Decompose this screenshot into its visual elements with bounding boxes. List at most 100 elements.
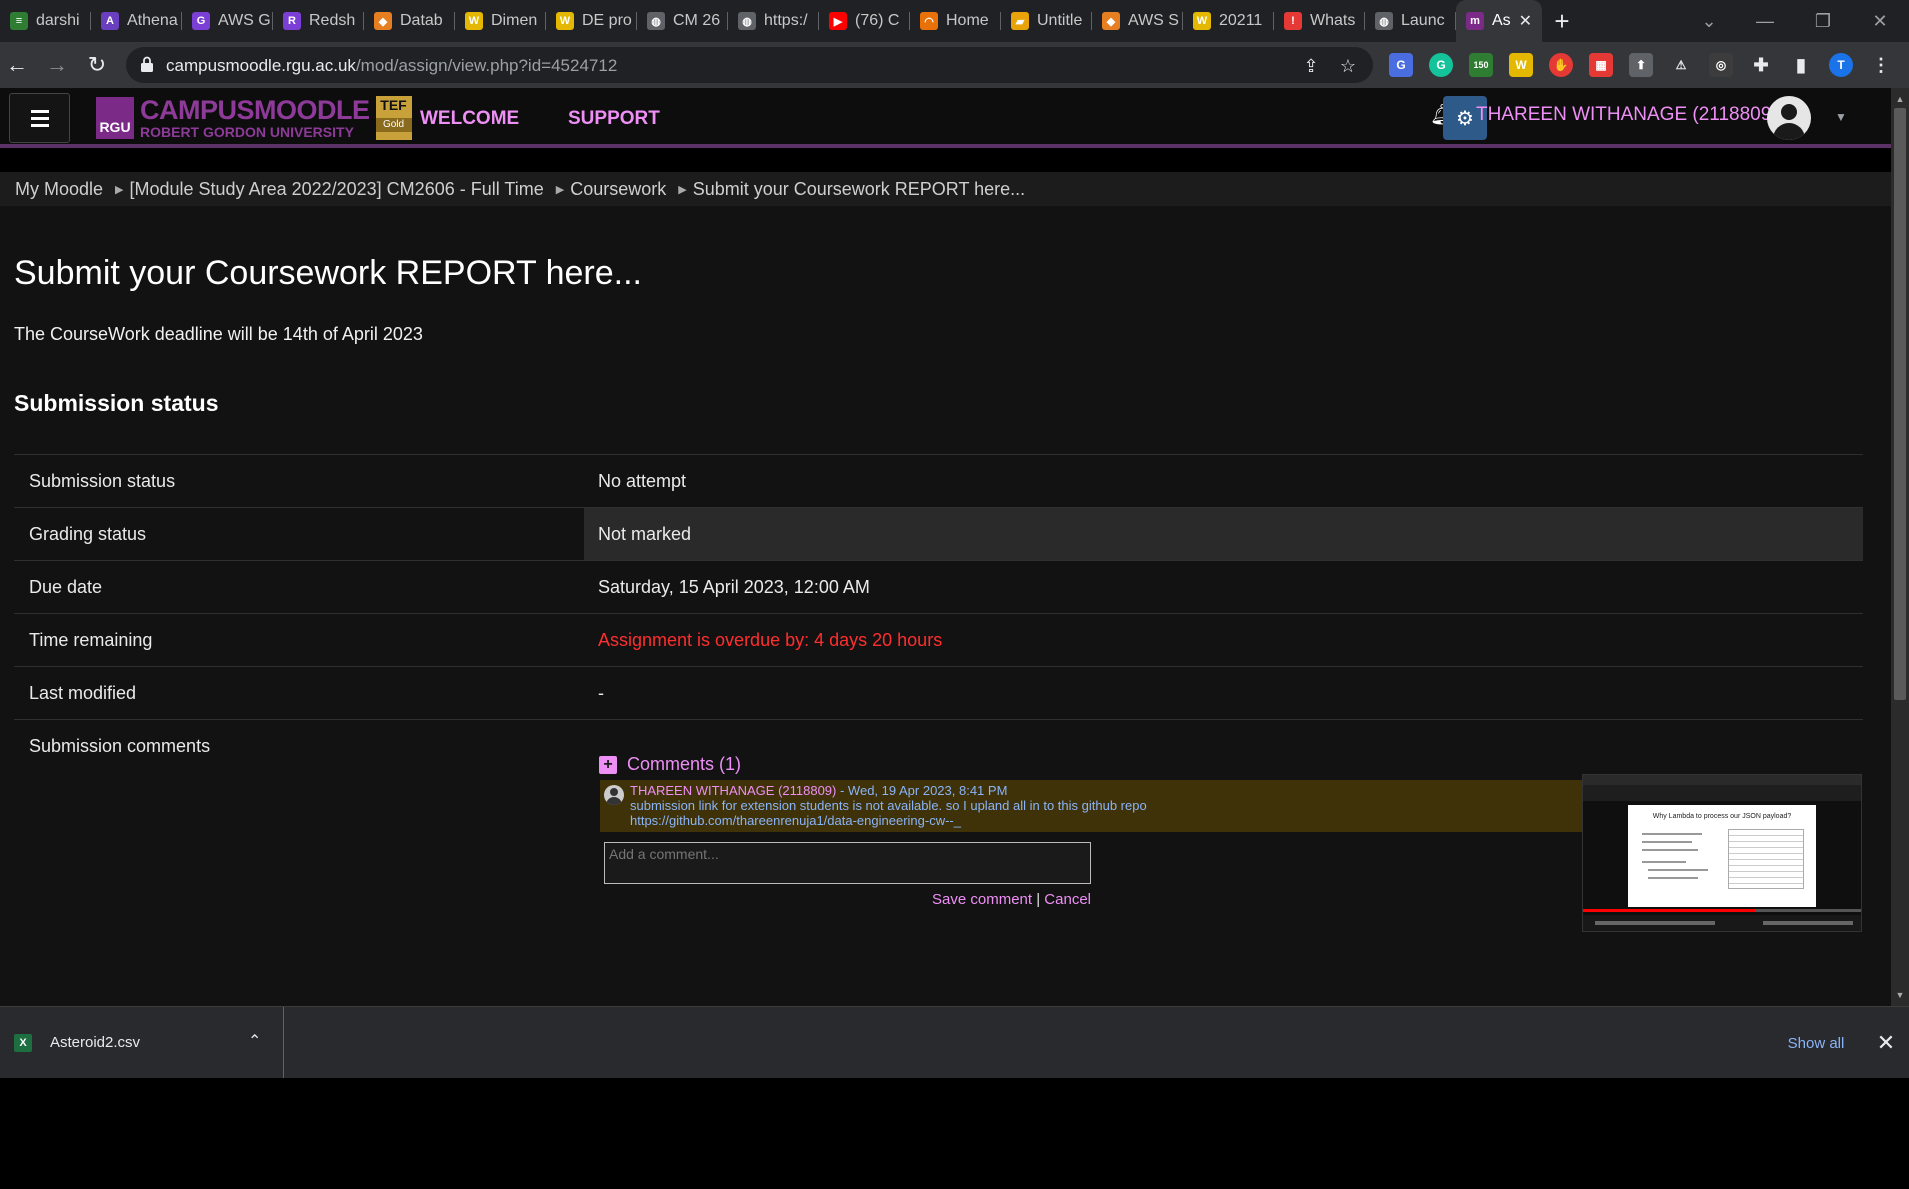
extension-badge-icon[interactable]: 150 [1469,53,1493,77]
chevron-up-icon[interactable]: ⌃ [248,1031,261,1051]
comment-author[interactable]: THAREEN WITHANAGE (2118809) [630,783,836,798]
pip-progress-bar[interactable] [1583,909,1861,912]
comment-entry: THAREEN WITHANAGE (2118809) - Wed, 19 Ap… [600,780,1600,832]
comments-toggle[interactable]: + Comments (1) [599,754,741,775]
scroll-up-arrow-icon[interactable]: ▲ [1895,94,1905,104]
support-link[interactable]: SUPPORT [568,108,660,130]
dimension-favicon-icon: W [465,12,483,30]
close-tab-icon[interactable]: ✕ [1519,11,1532,31]
upload-extension-icon[interactable]: ⬆ [1629,53,1653,77]
download-item[interactable]: X Asteroid2.csv ⌃ [0,1007,284,1079]
adblock-extension-icon[interactable]: ✋ [1549,53,1573,77]
download-shelf: X Asteroid2.csv ⌃ Show all ✕ [0,1006,1909,1079]
browser-tab[interactable]: ▰ Untitle [1001,0,1092,42]
actions-separator: | [1032,891,1045,908]
breadcrumb-separator-icon: ▶ [678,183,687,196]
breadcrumb: My Moodle ▶ [Module Study Area 2022/2023… [0,172,1891,206]
breadcrumb-coursework[interactable]: Coursework [570,179,666,200]
breadcrumb-module[interactable]: [Module Study Area 2022/2023] CM2606 - F… [130,179,544,200]
expand-plus-icon: + [599,755,617,774]
campusmoodle-logo[interactable]: RGU CAMPUSMOODLE ROBERT GORDON UNIVERSIT… [96,96,412,140]
darshi-favicon-icon: ≡ [10,12,28,30]
browser-tab[interactable]: W DE pro [546,0,637,42]
row-value: Not marked [584,508,1863,560]
welcome-link[interactable]: WELCOME [420,108,519,130]
side-panel-icon[interactable]: ▮ [1789,53,1813,77]
browser-tab[interactable]: ▶ (76) C [819,0,910,42]
extensions-puzzle-icon[interactable]: ✚ [1749,53,1773,77]
row-label: Grading status [29,524,147,544]
breadcrumb-my-moodle[interactable]: My Moodle [15,179,103,200]
pip-youtube-header [1583,785,1861,801]
share-icon[interactable]: ⇪ [1301,56,1321,76]
minimize-button[interactable]: — [1736,0,1794,42]
back-button[interactable]: ← [2,50,32,80]
browser-tab[interactable]: W 20211 [1183,0,1274,42]
browser-tab[interactable]: ◆ Datab [364,0,455,42]
stats-extension-icon[interactable]: ⚠ [1669,53,1693,77]
browser-tab-active[interactable]: m As ✕ [1456,0,1542,42]
tab-title: darshi [36,12,80,29]
logo-university-text: ROBERT GORDON UNIVERSITY [140,124,354,140]
scrollbar-thumb[interactable] [1894,108,1906,700]
comment-actions: Save comment | Cancel [604,891,1091,908]
grammarly-extension-icon[interactable]: G [1429,53,1453,77]
browser-tab[interactable]: ◠ Home [910,0,1001,42]
pip-slide-title: Why Lambda to process our JSON payload? [1652,813,1792,820]
bookmark-star-icon[interactable]: ☆ [1338,56,1358,76]
browser-tab[interactable]: ◍ CM 26 [637,0,728,42]
forward-button[interactable]: → [42,50,72,80]
browser-tab[interactable]: G AWS G [182,0,273,42]
assignment-intro: The CourseWork deadline will be 14th of … [14,324,423,344]
add-comment-input[interactable] [604,842,1091,884]
pip-slide-table [1728,829,1804,889]
tab-title: Whats [1310,12,1356,29]
hamburger-menu-button[interactable] [9,93,70,143]
scroll-down-arrow-icon[interactable]: ▼ [1895,990,1905,1000]
close-download-shelf-icon[interactable]: ✕ [1873,1029,1899,1057]
cancel-comment-link[interactable]: Cancel [1044,891,1091,908]
status-row-grading: Grading status Not marked [14,507,1863,560]
breadcrumb-current-page[interactable]: Submit your Coursework REPORT here... [693,179,1025,200]
user-avatar[interactable] [1767,96,1811,140]
address-bar[interactable]: campusmoodle.rgu.ac.uk/mod/assign/view.p… [126,47,1373,83]
browser-tab[interactable]: W Dimen [455,0,546,42]
moodle-navbar: RGU CAMPUSMOODLE ROBERT GORDON UNIVERSIT… [0,88,1891,148]
breadcrumb-separator-icon: ▶ [115,183,124,196]
grid-extension-icon[interactable]: ▦ [1589,53,1613,77]
browser-tab[interactable]: ◍ Launc [1365,0,1456,42]
close-window-button[interactable]: ✕ [1851,0,1909,42]
browser-tab[interactable]: ! Whats [1274,0,1365,42]
tab-title: DE pro [582,12,632,29]
browser-menu-icon[interactable]: ⋮ [1869,53,1893,77]
capture-extension-icon[interactable]: ◎ [1709,53,1733,77]
browser-tab[interactable]: R Redsh [273,0,364,42]
browser-tab[interactable]: ◍ https:/ [728,0,819,42]
download-file-name: Asteroid2.csv [50,1034,141,1051]
comment-author-avatar [604,785,624,805]
tab-title: Dimen [491,12,538,29]
comment-text: submission link for extension students i… [630,798,1147,828]
row-value: Saturday, 15 April 2023, 12:00 AM [598,577,870,597]
scribbr-extension-icon[interactable]: W [1509,53,1533,77]
profile-avatar[interactable]: T [1829,53,1853,77]
comment-link[interactable]: https://github.com/thareenrenuja1/data-e… [630,813,1147,828]
row-value: No attempt [598,471,687,491]
user-menu-name[interactable]: THAREEN WITHANAGE (2118809) [1476,104,1778,126]
reload-button[interactable]: ↻ [82,50,112,80]
show-all-downloads-button[interactable]: Show all [1773,1030,1859,1058]
new-tab-button[interactable]: + [1542,0,1582,42]
translate-extension-icon[interactable]: G [1389,53,1413,77]
picture-in-picture-video[interactable]: Why Lambda to process our JSON payload? [1582,774,1862,932]
tab-title: Redsh [309,12,356,29]
user-menu-caret-icon[interactable]: ▼ [1835,110,1847,124]
tab-search-icon[interactable]: ⌄ [1680,0,1738,42]
browser-tab[interactable]: ≡ darshi [0,0,91,42]
tab-strip: ≡ darshi A Athena G AWS G R Redsh ◆ Datab W Dimen W D… [0,0,1909,42]
save-comment-link[interactable]: Save comment [932,891,1032,908]
restore-button[interactable]: ❐ [1794,0,1852,42]
browser-tab[interactable]: A Athena [91,0,182,42]
browser-tab[interactable]: ◆ AWS S [1092,0,1183,42]
tab-title: Athena [127,12,178,29]
breadcrumb-separator-icon: ▶ [555,183,565,196]
